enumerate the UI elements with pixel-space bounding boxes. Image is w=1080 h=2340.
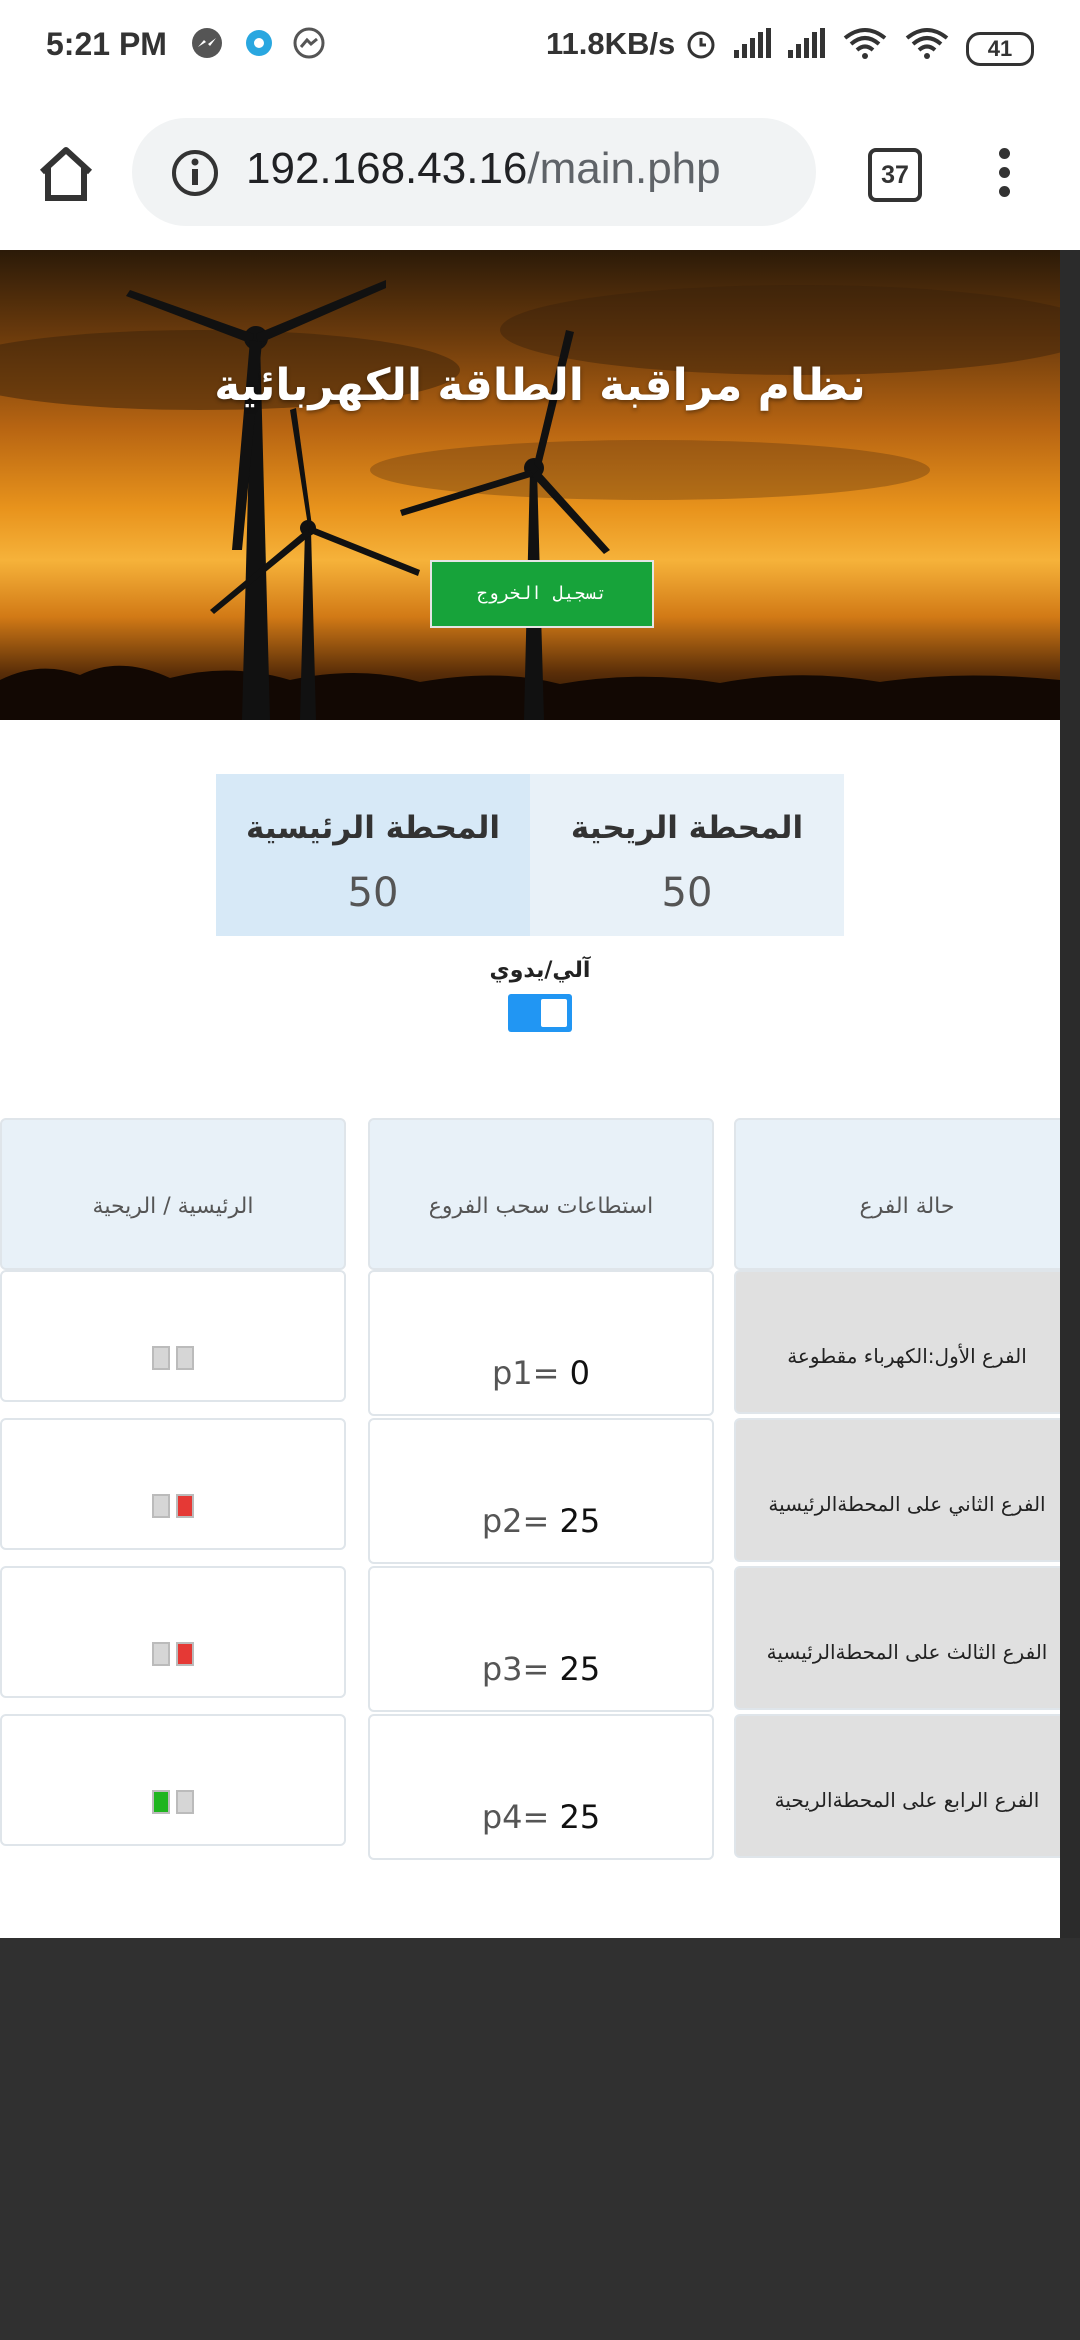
wind-light [176, 1494, 194, 1518]
draw-cell: p1= 0 [368, 1270, 714, 1416]
wind-light [176, 1642, 194, 1666]
network-speed: 11.8KB/s [546, 26, 676, 61]
draw-value: p1= 0 [370, 1354, 712, 1392]
draw-value: p3= 25 [370, 1650, 712, 1688]
source-cell [0, 1714, 346, 1846]
main-light [152, 1494, 170, 1518]
browser-toolbar: 192.168.43.16/main.php 37 [0, 98, 1080, 250]
info-icon[interactable] [170, 148, 220, 198]
draw-cell: p3= 25 [368, 1566, 714, 1712]
main-station-card: المحطة الرئيسية 50 [216, 774, 530, 936]
draw-label: p4= [481, 1798, 550, 1836]
source-lights [2, 1790, 344, 1814]
main-light [152, 1790, 170, 1814]
url-text[interactable]: 192.168.43.16/main.php [246, 144, 721, 194]
home-icon[interactable] [36, 144, 96, 204]
auto-manual-toggle[interactable] [508, 994, 572, 1032]
overflow-menu-icon[interactable] [992, 148, 1016, 202]
source-cell [0, 1566, 346, 1698]
draw-value: p2= 25 [370, 1502, 712, 1540]
header-draw-label: استطاعات سحب الفروع [428, 1194, 654, 1219]
page-title: نظام مراقبة الطاقة الكهربائية [214, 360, 866, 411]
main-light [152, 1346, 170, 1370]
status-cell: الفرع الثالث على المحطةالرئيسية [734, 1566, 1060, 1710]
logout-button[interactable]: تسجيل الخروج [430, 560, 654, 628]
wifi-icon [905, 28, 949, 59]
stations-panel: المحطة الرئيسية 50 المحطة الريحية 50 [216, 774, 844, 936]
source-lights [2, 1346, 344, 1370]
draw-number: 25 [559, 1798, 601, 1836]
hero-banner: نظام مراقبة الطاقة الكهربائية تسجيل الخر… [0, 250, 1060, 720]
status-cell: الفرع الأول:الكهرباء مقطوعة [734, 1270, 1060, 1414]
status-label: الفرع الأول:الكهرباء مقطوعة [787, 1344, 1027, 1368]
draw-number: 25 [559, 1650, 601, 1688]
page-content: نظام مراقبة الطاقة الكهربائية تسجيل الخر… [0, 250, 1060, 1938]
main-light [152, 1642, 170, 1666]
status-bar: 5:21 PM 11.8KB/s 41 [0, 0, 1080, 98]
wind-station-value: 50 [661, 870, 713, 916]
battery-indicator: 41 [966, 32, 1034, 66]
wind-station-name: المحطة الريحية [570, 810, 804, 846]
draw-label: p2= [481, 1502, 550, 1540]
source-lights [2, 1642, 344, 1666]
messenger-outline-icon [293, 27, 325, 59]
signal-icon [788, 28, 825, 58]
wind-turbine-image [0, 280, 1060, 720]
draw-number: 25 [559, 1502, 601, 1540]
wifi-icon [843, 28, 887, 59]
header-source-label: الرئيسية / الريحية [92, 1194, 254, 1219]
draw-number: 0 [569, 1354, 590, 1392]
wind-light [176, 1346, 194, 1370]
draw-cell: p4= 25 [368, 1714, 714, 1860]
status-time: 5:21 PM [46, 26, 167, 62]
signal-icon [734, 28, 771, 58]
status-label: الفرع الرابع على المحطةالريحية [774, 1788, 1040, 1812]
main-station-name: المحطة الرئيسية [245, 810, 501, 846]
draw-label: p1= [491, 1354, 560, 1392]
draw-label: p3= [481, 1650, 550, 1688]
alarm-icon [687, 31, 715, 59]
messenger-icon [192, 28, 222, 58]
url-host: 192.168.43.16 [246, 144, 528, 193]
page-scrollbar[interactable] [1060, 250, 1080, 1938]
header-draw: استطاعات سحب الفروع [368, 1118, 714, 1270]
header-source: الرئيسية / الريحية [0, 1118, 346, 1270]
status-label: الفرع الثالث على المحطةالرئيسية [766, 1640, 1048, 1664]
header-status-label: حالة الفرع [859, 1194, 955, 1219]
draw-cell: p2= 25 [368, 1418, 714, 1564]
source-lights [2, 1494, 344, 1518]
status-cell: الفرع الرابع على المحطةالريحية [734, 1714, 1060, 1858]
circle-app-icon [246, 30, 272, 56]
address-bar[interactable]: 192.168.43.16/main.php [132, 118, 816, 226]
source-cell [0, 1418, 346, 1550]
header-status: حالة الفرع [734, 1118, 1060, 1270]
mode-label: آلي/يدوي [489, 958, 591, 983]
status-cell: الفرع الثاني على المحطةالرئيسية [734, 1418, 1060, 1562]
source-cell [0, 1270, 346, 1402]
draw-value: p4= 25 [370, 1798, 712, 1836]
tab-count-button[interactable]: 37 [868, 148, 922, 202]
wind-light [176, 1790, 194, 1814]
status-label: الفرع الثاني على المحطةالرئيسية [768, 1492, 1046, 1516]
main-station-value: 50 [347, 870, 399, 916]
url-path: /main.php [527, 144, 721, 193]
wind-station-card: المحطة الريحية 50 [530, 774, 844, 936]
toggle-knob [541, 999, 567, 1027]
